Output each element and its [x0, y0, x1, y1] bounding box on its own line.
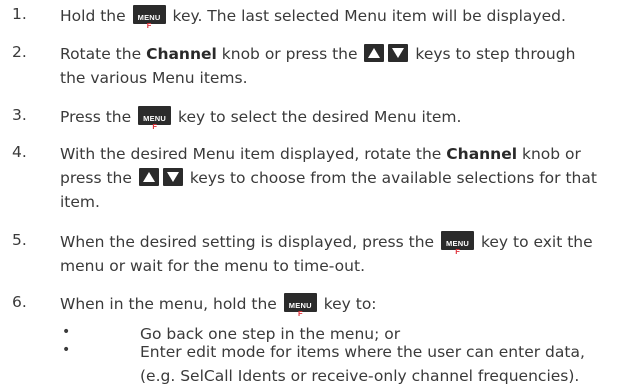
bullet-icon: •: [62, 342, 71, 358]
step-text: Hold the MENU F key. The last selected Me…: [60, 5, 566, 30]
instruction-list: 1. Hold the MENU F key. The last selected…: [0, 0, 622, 391]
step-text: Press the MENU F key to select the desire…: [60, 106, 462, 131]
menu-key-icon: MENU F: [283, 293, 317, 318]
up-arrow-key-icon: [138, 168, 159, 186]
step-text: When in the menu, hold the MENU F key to:: [60, 293, 377, 318]
step-number: 5.: [12, 231, 27, 249]
up-arrow-key-icon: [364, 44, 385, 62]
step-number: 2.: [12, 43, 27, 61]
step-text: With the desired Menu item displayed, ro…: [60, 145, 597, 211]
step-number: 1.: [12, 5, 27, 23]
menu-key-icon: MENU F: [138, 106, 172, 131]
step-number: 4.: [12, 143, 27, 161]
down-arrow-key-icon: [388, 44, 409, 62]
menu-key-icon: MENU F: [441, 231, 474, 256]
bullet-text: Enter edit mode for items where the user…: [140, 343, 585, 385]
menu-key-icon: MENU F: [132, 5, 166, 30]
step-text: When the desired setting is displayed, p…: [60, 231, 593, 275]
step-number: 3.: [12, 106, 27, 124]
down-arrow-key-icon: [162, 168, 183, 186]
step-number: 6.: [12, 293, 27, 311]
bullet-icon: •: [62, 324, 71, 340]
step-text: Rotate the Channel knob or press the key…: [60, 44, 576, 87]
